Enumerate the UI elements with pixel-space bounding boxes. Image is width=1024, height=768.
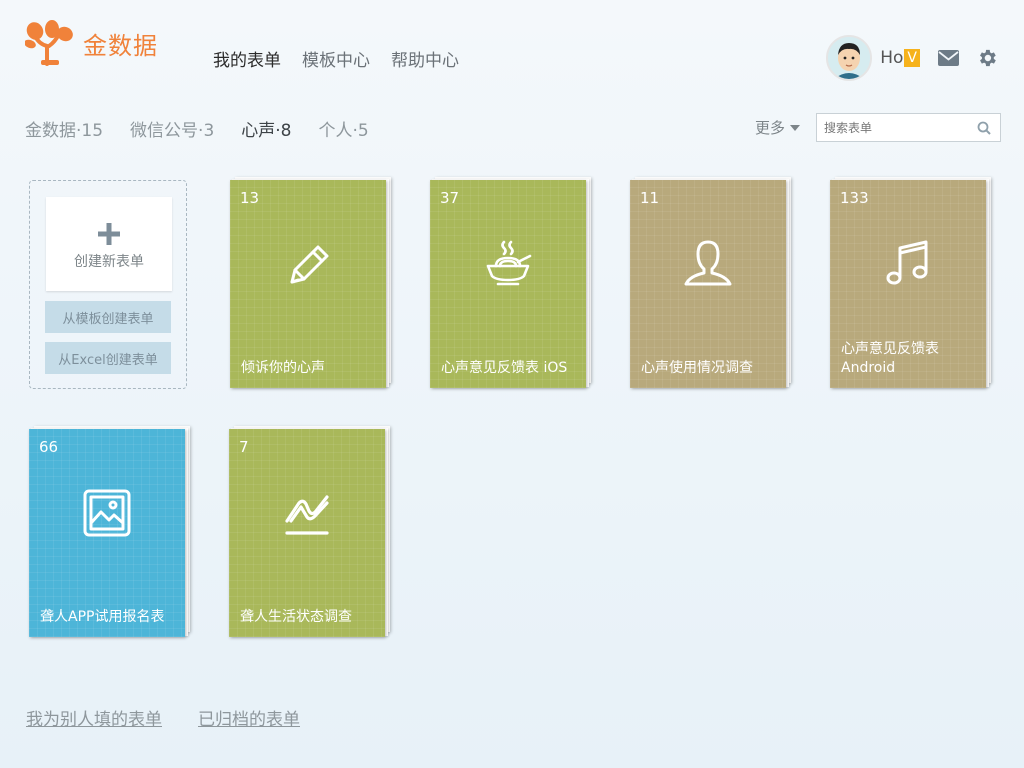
pencil-icon [290,245,329,284]
search-box [816,113,1001,142]
gear-icon[interactable] [976,47,998,69]
vip-badge: V [904,49,920,67]
form-card-face: 7 聋人生活状态调查 [229,429,385,637]
mail-icon[interactable] [938,50,959,66]
music-note-icon [886,240,928,285]
group-tabs: 金数据·15 微信公号·3 心声·8 个人·5 [25,116,369,141]
form-card[interactable]: 13 倾诉你的心声 [230,177,391,390]
tab-jinshuju[interactable]: 金数据·15 [25,116,103,141]
create-from-template-button[interactable]: 从模板创建表单 [45,301,171,333]
response-count: 66 [39,438,59,456]
search-icon[interactable] [977,121,991,135]
brand-logo[interactable]: 金数据 [25,20,158,66]
response-count: 13 [240,189,260,207]
nav-help-center[interactable]: 帮助中心 [391,46,459,71]
main-nav: 我的表单 模板中心 帮助中心 [213,46,459,71]
create-from-excel-button[interactable]: 从Excel创建表单 [45,342,171,374]
plus-icon [98,223,120,245]
tab-xinsheng[interactable]: 心声·8 [241,116,291,141]
tree-logo-icon [25,20,73,66]
form-title: 聋人生活状态调查 [240,609,352,625]
tab-wechat[interactable]: 微信公号·3 [130,116,214,141]
caret-down-icon [790,124,801,131]
form-card-face: 37 心声意见反馈表 iOS [430,180,586,388]
response-count: 7 [239,438,249,456]
form-card-face: 66 聋人APP试用报名表 [29,429,185,637]
archived-forms-link[interactable]: 已归档的表单 [198,705,300,730]
username[interactable]: Ho V [880,48,920,68]
form-card[interactable]: 133 心声意见反馈表 Android [830,177,991,390]
form-title: 心声使用情况调查 [641,360,753,376]
create-form-panel: 创建新表单 从模板创建表单 从Excel创建表单 [29,180,187,389]
form-card-face: 13 倾诉你的心声 [230,180,386,388]
more-dropdown[interactable]: 更多 [755,117,801,138]
form-title: 倾诉你的心声 [241,360,325,376]
person-icon [684,240,732,286]
forms-filled-for-others-link[interactable]: 我为别人填的表单 [26,705,162,730]
form-title: 心声意见反馈表 iOS [441,360,568,376]
avatar-face-icon [828,37,871,79]
form-card[interactable]: 37 心声意见反馈表 iOS [430,177,591,390]
form-card-face: 133 心声意见反馈表 Android [830,180,986,388]
noodle-bowl-icon [486,240,532,286]
user-area: Ho V [826,35,998,81]
form-card[interactable]: 7 聋人生活状态调查 [229,426,390,639]
search-input[interactable] [817,114,972,141]
nav-template-center[interactable]: 模板中心 [302,46,370,71]
form-title: 聋人APP试用报名表 [40,609,165,625]
create-new-label: 创建新表单 [74,254,144,270]
create-new-form-button[interactable]: 创建新表单 [46,197,172,291]
form-card[interactable]: 11 心声使用情况调查 [630,177,791,390]
more-label: 更多 [755,119,786,137]
form-card-face: 11 心声使用情况调查 [630,180,786,388]
brand-name: 金数据 [83,31,158,60]
response-count: 37 [440,189,460,207]
nav-my-forms[interactable]: 我的表单 [213,46,281,71]
form-title: 心声意见反馈表 Android [841,341,939,376]
picture-icon [83,489,131,537]
response-count: 11 [640,189,660,207]
line-chart-icon [285,495,329,535]
tab-personal[interactable]: 个人·5 [319,116,369,141]
footer-links: 我为别人填的表单 已归档的表单 [26,705,300,730]
avatar[interactable] [826,35,873,81]
response-count: 133 [840,189,869,207]
form-card[interactable]: 66 聋人APP试用报名表 [29,426,190,639]
